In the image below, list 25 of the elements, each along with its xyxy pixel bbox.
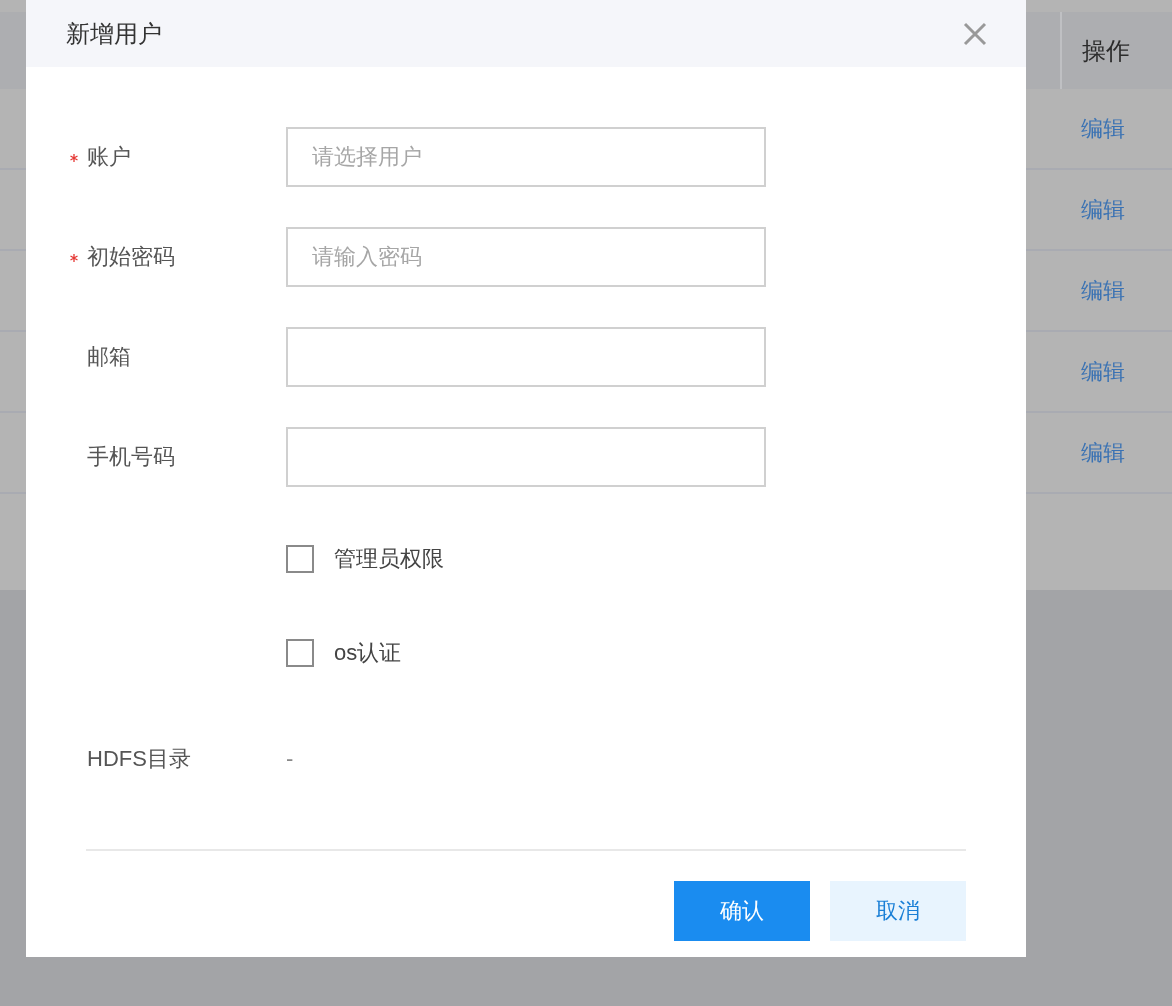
column-header: 操作	[1060, 12, 1172, 89]
checkbox[interactable]	[286, 545, 314, 573]
close-icon	[962, 20, 988, 47]
cancel-button[interactable]: 取消	[830, 881, 966, 941]
close-button[interactable]	[962, 20, 988, 47]
edit-link[interactable]: 编辑	[1081, 113, 1172, 144]
edit-link[interactable]: 编辑	[1081, 437, 1172, 468]
input-field[interactable]	[286, 427, 766, 487]
checkbox[interactable]	[286, 639, 314, 667]
confirm-button[interactable]: 确认	[674, 881, 810, 941]
input-field[interactable]	[286, 327, 766, 387]
edit-link[interactable]: 编辑	[1081, 194, 1172, 225]
edit-link[interactable]: 编辑	[1081, 275, 1172, 306]
edit-link[interactable]: 编辑	[1081, 356, 1172, 387]
dialog-title: 新增用户	[66, 18, 162, 49]
field-label: HDFS目录	[87, 745, 192, 773]
field-value: -	[286, 746, 294, 772]
field-label: 邮箱	[87, 343, 131, 371]
checkbox-label: os认证	[334, 639, 402, 667]
field-label: 初始密码	[87, 243, 175, 271]
input-field[interactable]: 请选择用户	[286, 127, 766, 187]
field-label: 手机号码	[87, 443, 175, 471]
checkbox-label: 管理员权限	[334, 545, 444, 573]
field-label: 账户	[87, 143, 131, 171]
input-field[interactable]: 请输入密码	[286, 227, 766, 287]
